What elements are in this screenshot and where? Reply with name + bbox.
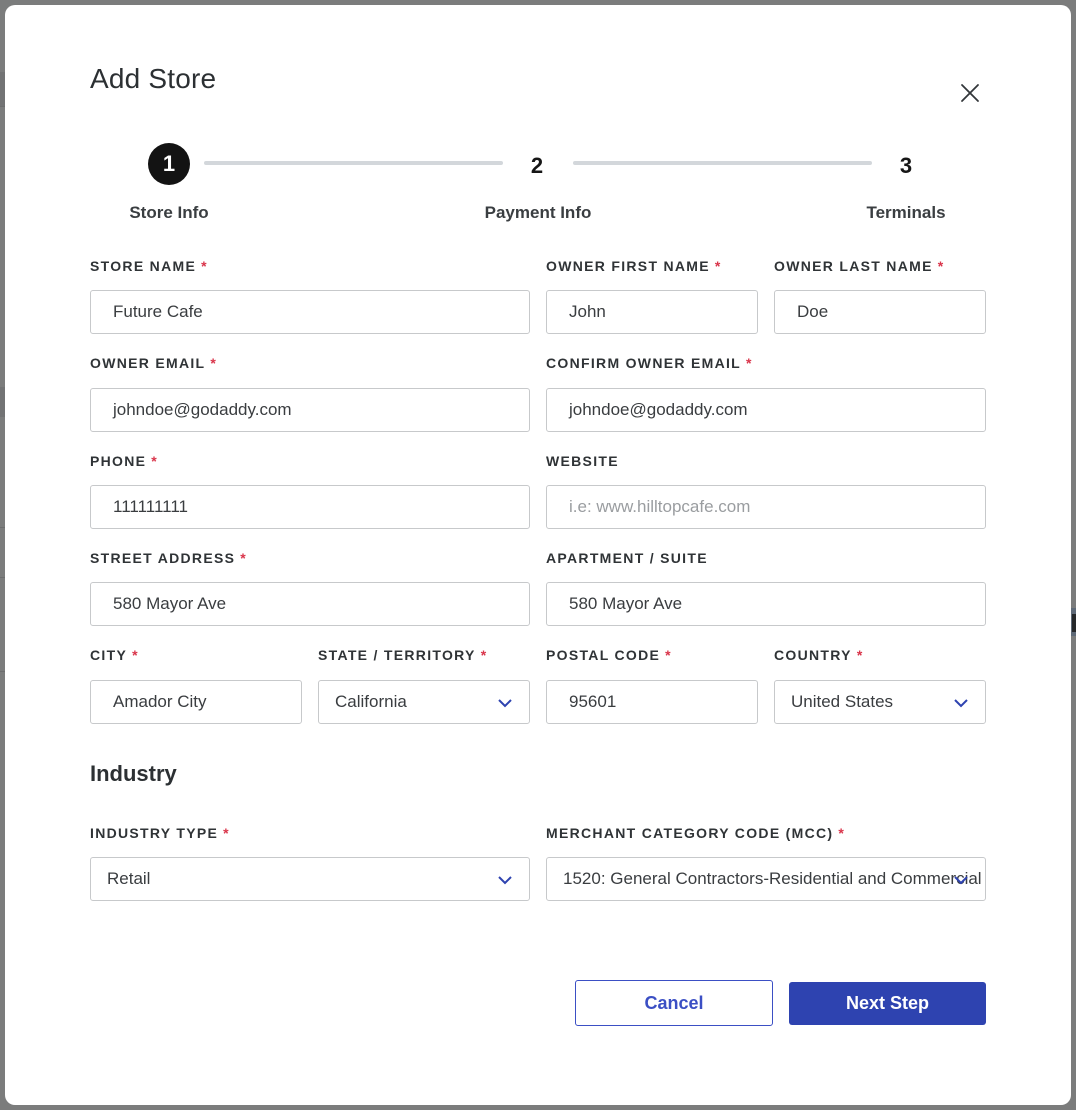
postal-code-input[interactable]: 95601 <box>546 680 758 724</box>
owner-last-name-label: Owner Last Name * <box>774 258 945 274</box>
step-2-number: 2 <box>530 153 544 178</box>
phone-input[interactable]: 111111111 <box>90 485 530 529</box>
required-asterisk: * <box>132 647 139 663</box>
store-name-input[interactable]: Future Cafe <box>90 290 530 334</box>
chevron-down-icon <box>954 699 968 708</box>
required-asterisk: * <box>151 453 159 469</box>
background-glyph <box>1072 614 1076 632</box>
state-select[interactable]: California <box>318 680 530 724</box>
country-label: Country * <box>774 647 864 663</box>
required-asterisk: * <box>937 258 945 274</box>
city-label: City * <box>90 647 139 663</box>
owner-first-name-label: Owner First Name * <box>546 258 722 274</box>
required-asterisk: * <box>856 647 864 663</box>
owner-email-label: Owner Email * <box>90 355 218 371</box>
required-asterisk: * <box>714 258 722 274</box>
street-address-input[interactable]: 580 Mayor Ave <box>90 582 530 626</box>
owner-last-name-input[interactable]: Doe <box>774 290 986 334</box>
state-label: State / Territory * <box>318 647 488 663</box>
required-asterisk: * <box>838 825 846 841</box>
required-asterisk: * <box>201 258 208 274</box>
confirm-owner-email-label: Confirm Owner Email * <box>546 355 753 371</box>
mcc-select[interactable]: 1520: General Contractors-Residential an… <box>546 857 986 901</box>
close-icon <box>961 84 979 102</box>
chevron-down-icon <box>498 876 512 885</box>
next-step-button[interactable]: Next Step <box>789 982 986 1025</box>
postal-code-label: Postal Code * <box>546 647 672 663</box>
step-3-label: Terminals <box>866 203 946 222</box>
street-address-label: Street Address * <box>90 550 248 566</box>
owner-first-name-input[interactable]: John <box>546 290 758 334</box>
step-3-number: 3 <box>899 153 913 178</box>
step-connector <box>204 161 503 165</box>
industry-type-label: Industry Type * <box>90 825 230 841</box>
step-1-label: Store Info <box>129 203 209 222</box>
required-asterisk: * <box>223 825 230 841</box>
close-button[interactable] <box>956 79 984 107</box>
industry-section-title: Industry <box>90 761 177 786</box>
store-name-label: Store Name * <box>90 258 208 274</box>
city-input[interactable]: Amador City <box>90 680 302 724</box>
country-select[interactable]: United States <box>774 680 986 724</box>
required-asterisk: * <box>480 647 488 663</box>
phone-label: Phone * <box>90 453 159 469</box>
step-1-number: 1 <box>162 151 176 176</box>
step-2-label: Payment Info <box>484 203 592 222</box>
required-asterisk: * <box>210 355 218 371</box>
apartment-suite-input[interactable]: 580 Mayor Ave <box>546 582 986 626</box>
step-connector <box>573 161 872 165</box>
chevron-down-icon <box>498 699 512 708</box>
website-input[interactable]: i.e: www.hilltopcafe.com <box>546 485 986 529</box>
website-label: Website <box>546 453 619 469</box>
chevron-down-icon <box>954 876 968 885</box>
required-asterisk: * <box>665 647 672 663</box>
website-placeholder: i.e: www.hilltopcafe.com <box>569 497 751 516</box>
required-asterisk: * <box>746 355 753 371</box>
cancel-button[interactable]: Cancel <box>575 980 773 1026</box>
add-store-modal: Add Store 1 2 3 Store Info Payment Info … <box>5 5 1071 1105</box>
confirm-owner-email-input[interactable]: johndoe@godaddy.com <box>546 388 986 432</box>
modal-title: Add Store <box>90 63 217 94</box>
apartment-suite-label: Apartment / Suite <box>546 550 708 566</box>
mcc-label: Merchant Category Code (MCC) * <box>546 825 846 841</box>
owner-email-input[interactable]: johndoe@godaddy.com <box>90 388 530 432</box>
industry-type-select[interactable]: Retail <box>90 857 530 901</box>
step-1-indicator: 1 <box>148 143 190 185</box>
required-asterisk: * <box>240 550 248 566</box>
